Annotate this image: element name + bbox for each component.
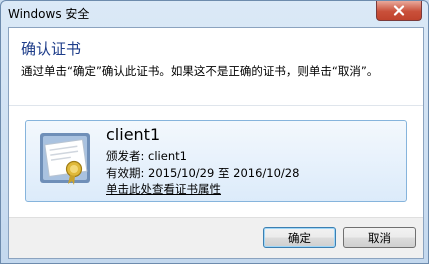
view-certificate-properties-link[interactable]: 单击此处查看证书属性 <box>106 181 221 197</box>
dialog-heading: 确认证书 <box>21 40 82 58</box>
dialog-description: 通过单击“确定”确认此证书。如果这不是正确的证书，则单击“取消”。 <box>21 64 379 78</box>
certificate-icon <box>40 133 90 185</box>
cancel-button[interactable]: 取消 <box>343 227 416 248</box>
close-button[interactable] <box>376 1 422 21</box>
certificate-issuer: 颁发者: client1 <box>106 149 187 163</box>
ok-button[interactable]: 确定 <box>263 227 336 248</box>
close-icon <box>393 5 405 16</box>
certificate-validity: 有效期: 2015/10/29 至 2016/10/28 <box>106 166 300 180</box>
button-bar: 确定 取消 <box>9 217 423 258</box>
divider <box>9 105 423 106</box>
window-title: Windows 安全 <box>8 7 90 21</box>
certificate-name: client1 <box>106 125 161 144</box>
certificate-tile[interactable]: client1 颁发者: client1 有效期: 2015/10/29 至 2… <box>25 120 407 202</box>
dialog-content: 确认证书 通过单击“确定”确认此证书。如果这不是正确的证书，则单击“取消”。 c… <box>8 27 424 259</box>
security-dialog-window: Windows 安全 确认证书 通过单击“确定”确认此证书。如果这不是正确的证书… <box>0 0 429 264</box>
title-bar: Windows 安全 <box>1 1 428 27</box>
